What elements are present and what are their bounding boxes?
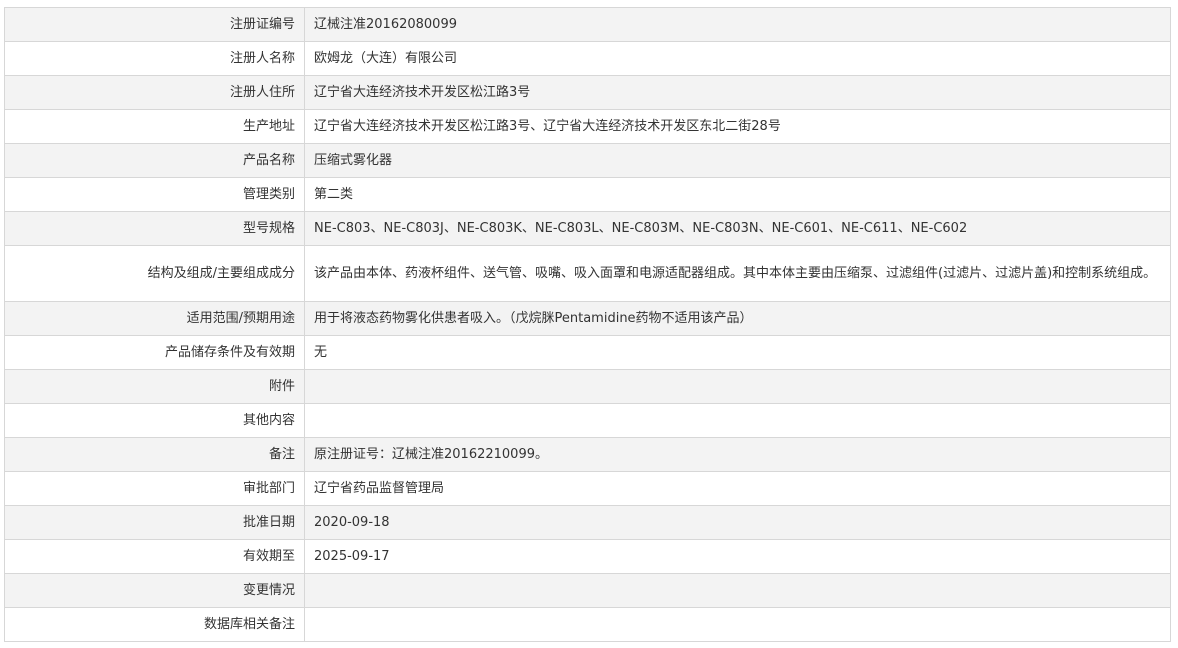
row-label: 备注: [4, 437, 305, 472]
row-value: [304, 607, 1171, 642]
row-value: 2025-09-17: [304, 539, 1171, 574]
row-value: 2020-09-18: [304, 505, 1171, 540]
row-label: 注册人名称: [4, 41, 305, 76]
row-value: [304, 369, 1171, 404]
row-label: 审批部门: [4, 471, 305, 506]
table-row-registrant-address: 注册人住所 辽宁省大连经济技术开发区松江路3号: [4, 75, 1171, 110]
table-row-storage-validity: 产品储存条件及有效期 无: [4, 335, 1171, 370]
table-row-valid-until: 有效期至 2025-09-17: [4, 539, 1171, 574]
row-label: 管理类别: [4, 177, 305, 212]
row-value: [304, 573, 1171, 608]
row-label: 注册人住所: [4, 75, 305, 110]
row-label: 其他内容: [4, 403, 305, 438]
table-row-structure-composition: 结构及组成/主要组成成分 该产品由本体、药液杯组件、送气管、吸嘴、吸入面罩和电源…: [4, 245, 1171, 302]
row-value: 压缩式雾化器: [304, 143, 1171, 178]
row-label: 变更情况: [4, 573, 305, 608]
row-value: 无: [304, 335, 1171, 370]
row-label: 适用范围/预期用途: [4, 301, 305, 336]
row-value: 该产品由本体、药液杯组件、送气管、吸嘴、吸入面罩和电源适配器组成。其中本体主要由…: [304, 245, 1171, 302]
row-value: NE-C803、NE-C803J、NE-C803K、NE-C803L、NE-C8…: [304, 211, 1171, 246]
table-row-other-content: 其他内容: [4, 403, 1171, 438]
row-label: 产品储存条件及有效期: [4, 335, 305, 370]
registration-detail-panel: 注册证编号 辽械注准20162080099 注册人名称 欧姆龙（大连）有限公司 …: [4, 7, 1171, 642]
table-row-database-remarks: 数据库相关备注: [4, 607, 1171, 642]
row-value: 第二类: [304, 177, 1171, 212]
row-label: 有效期至: [4, 539, 305, 574]
table-row-management-category: 管理类别 第二类: [4, 177, 1171, 212]
row-label: 批准日期: [4, 505, 305, 540]
table-row-model-spec: 型号规格 NE-C803、NE-C803J、NE-C803K、NE-C803L、…: [4, 211, 1171, 246]
table-row-approval-date: 批准日期 2020-09-18: [4, 505, 1171, 540]
row-value: 原注册证号：辽械注准20162210099。: [304, 437, 1171, 472]
table-row-registration-number: 注册证编号 辽械注准20162080099: [4, 7, 1171, 42]
table-row-product-name: 产品名称 压缩式雾化器: [4, 143, 1171, 178]
row-value: 用于将液态药物雾化供患者吸入。（戊烷脒Pentamidine药物不适用该产品）: [304, 301, 1171, 336]
table-row-attachment: 附件: [4, 369, 1171, 404]
table-row-production-address: 生产地址 辽宁省大连经济技术开发区松江路3号、辽宁省大连经济技术开发区东北二街2…: [4, 109, 1171, 144]
table-row-change-history: 变更情况: [4, 573, 1171, 608]
table-row-remarks: 备注 原注册证号：辽械注准20162210099。: [4, 437, 1171, 472]
row-label: 生产地址: [4, 109, 305, 144]
table-row-registrant-name: 注册人名称 欧姆龙（大连）有限公司: [4, 41, 1171, 76]
row-value: 辽宁省大连经济技术开发区松江路3号、辽宁省大连经济技术开发区东北二街28号: [304, 109, 1171, 144]
row-label: 注册证编号: [4, 7, 305, 42]
row-value: 辽械注准20162080099: [304, 7, 1171, 42]
row-value: 辽宁省药品监督管理局: [304, 471, 1171, 506]
row-label: 结构及组成/主要组成成分: [4, 245, 305, 302]
row-value: [304, 403, 1171, 438]
row-label: 型号规格: [4, 211, 305, 246]
row-label: 产品名称: [4, 143, 305, 178]
row-label: 附件: [4, 369, 305, 404]
table-row-approval-department: 审批部门 辽宁省药品监督管理局: [4, 471, 1171, 506]
row-label: 数据库相关备注: [4, 607, 305, 642]
row-value: 欧姆龙（大连）有限公司: [304, 41, 1171, 76]
row-value: 辽宁省大连经济技术开发区松江路3号: [304, 75, 1171, 110]
registration-info-table: 注册证编号 辽械注准20162080099 注册人名称 欧姆龙（大连）有限公司 …: [4, 7, 1171, 642]
table-row-intended-use: 适用范围/预期用途 用于将液态药物雾化供患者吸入。（戊烷脒Pentamidine…: [4, 301, 1171, 336]
